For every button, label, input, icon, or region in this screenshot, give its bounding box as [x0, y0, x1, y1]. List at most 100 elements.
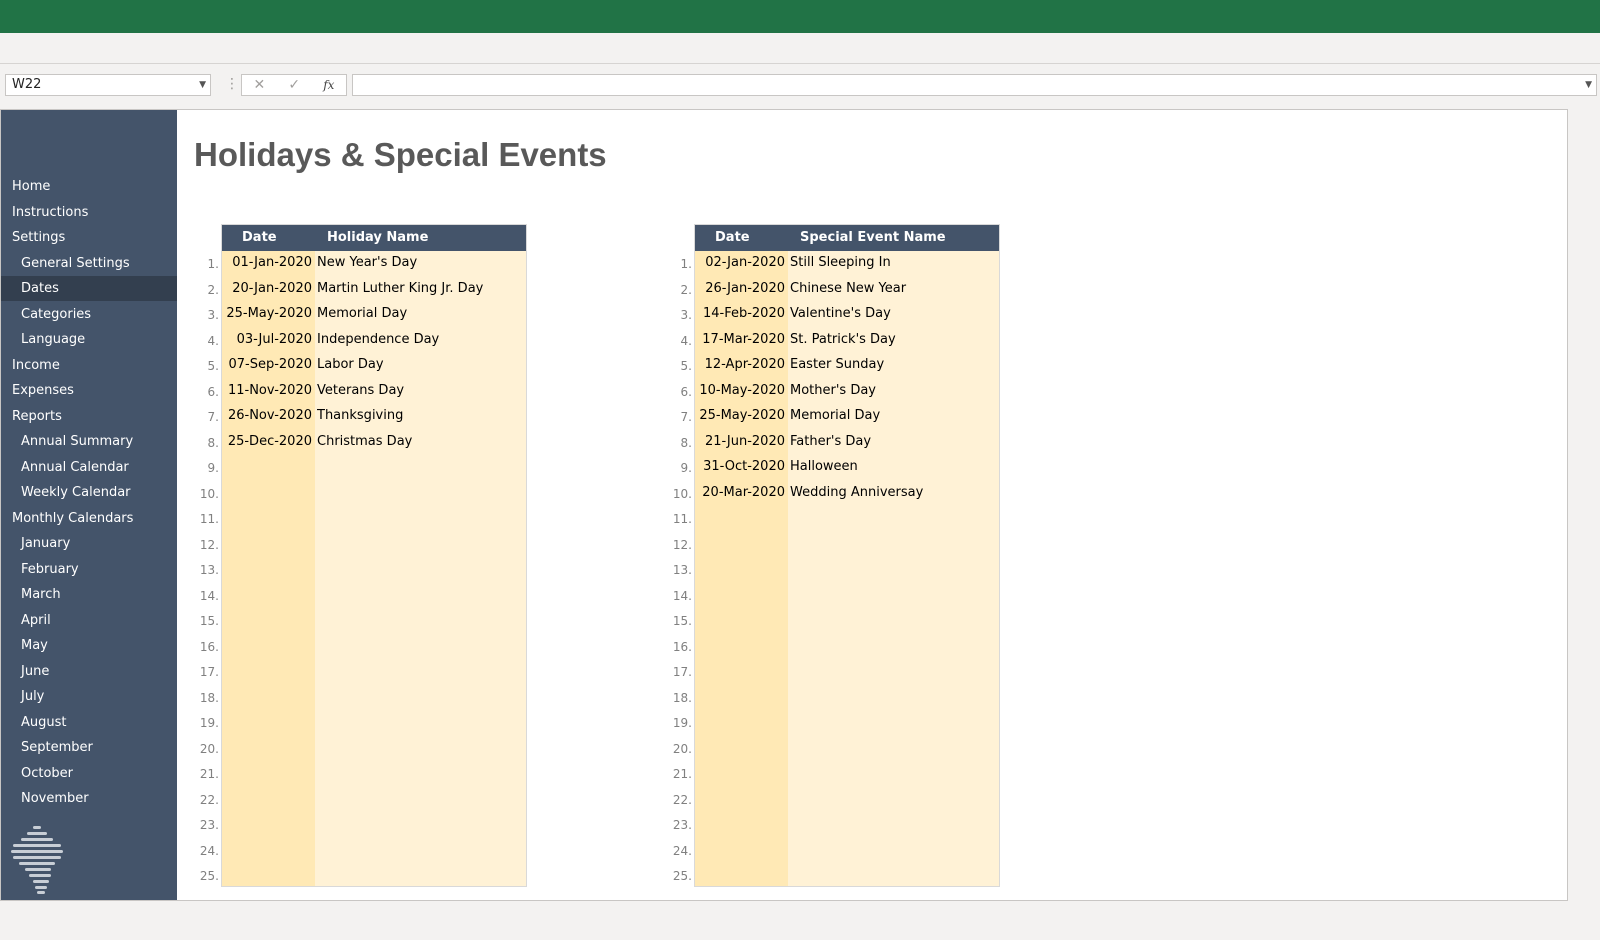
table-row: 17.	[669, 658, 1000, 684]
name-cell[interactable]: Christmas Day	[317, 429, 522, 455]
date-cell[interactable]: 07-Sep-2020	[221, 352, 312, 378]
name-box[interactable]: W22 ▼	[5, 74, 211, 96]
date-cell[interactable]: 26-Jan-2020	[694, 276, 785, 302]
sidebar-item-categories[interactable]: Categories	[1, 302, 177, 327]
name-cell[interactable]: Thanksgiving	[317, 403, 522, 429]
name-cell[interactable]: Still Sleeping In	[790, 250, 995, 276]
sidebar-item-settings[interactable]: Settings	[1, 225, 177, 250]
date-cell[interactable]: 14-Feb-2020	[694, 301, 785, 327]
sidebar-item-april[interactable]: April	[1, 608, 177, 633]
date-cell[interactable]: 31-Oct-2020	[694, 454, 785, 480]
sidebar-item-expenses[interactable]: Expenses	[1, 378, 177, 403]
sidebar-item-march[interactable]: March	[1, 582, 177, 607]
table-row: 15.	[196, 607, 527, 633]
row-number: 5.	[207, 359, 219, 373]
formula-input[interactable]: ▼	[352, 74, 1597, 96]
row-number: 18.	[672, 690, 692, 705]
row-number: 6.	[207, 384, 219, 399]
table-row: 20.	[669, 735, 1000, 761]
table-row: 21.	[196, 760, 527, 786]
sidebar-item-weekly-calendar[interactable]: Weekly Calendar	[1, 480, 177, 505]
sidebar-item-dates[interactable]: Dates	[1, 276, 177, 301]
sidebar-item-june[interactable]: June	[1, 659, 177, 684]
table-row: 24.	[669, 837, 1000, 863]
close-icon[interactable]: ✕	[254, 77, 266, 93]
sidebar-item-general-settings[interactable]: General Settings	[1, 251, 177, 276]
table-row: 23.	[669, 811, 1000, 837]
sidebar-item-annual-summary[interactable]: Annual Summary	[1, 429, 177, 454]
table-row: 25.	[669, 862, 1000, 888]
sidebar-item-language[interactable]: Language	[1, 327, 177, 352]
name-cell[interactable]: New Year's Day	[317, 250, 522, 276]
name-cell[interactable]: Mother's Day	[790, 378, 995, 404]
row-number: 17.	[672, 665, 692, 679]
date-cell[interactable]: 17-Mar-2020	[694, 327, 785, 353]
row-number: 1.	[680, 257, 692, 271]
row-number: 10.	[672, 486, 692, 501]
name-cell[interactable]: Father's Day	[790, 429, 995, 455]
row-number: 24.	[199, 843, 219, 858]
row-number: 8.	[680, 435, 692, 450]
date-cell[interactable]: 12-Apr-2020	[694, 352, 785, 378]
table-row: 1. 02-Jan-2020 Still Sleeping In	[669, 250, 1000, 276]
name-cell[interactable]: Wedding Anniversay	[790, 480, 995, 506]
row-number: 24.	[672, 843, 692, 858]
fx-icon[interactable]: fx	[323, 78, 334, 92]
more-options-icon[interactable]: ⋮	[225, 76, 239, 92]
date-cell[interactable]: 25-Dec-2020	[221, 429, 312, 455]
date-cell[interactable]: 20-Mar-2020	[694, 480, 785, 506]
name-cell[interactable]: Veterans Day	[317, 378, 522, 404]
name-cell[interactable]: Martin Luther King Jr. Day	[317, 276, 522, 302]
name-cell[interactable]: Easter Sunday	[790, 352, 995, 378]
sidebar-item-income[interactable]: Income	[1, 353, 177, 378]
date-cell[interactable]: 10-May-2020	[694, 378, 785, 404]
table-row: 16.	[669, 633, 1000, 659]
date-cell[interactable]: 26-Nov-2020	[221, 403, 312, 429]
sidebar-item-september[interactable]: September	[1, 735, 177, 760]
name-cell[interactable]: Chinese New Year	[790, 276, 995, 302]
date-cell[interactable]: 11-Nov-2020	[221, 378, 312, 404]
sidebar-item-monthly-calendars[interactable]: Monthly Calendars	[1, 506, 177, 531]
name-cell[interactable]: St. Patrick's Day	[790, 327, 995, 353]
table-row: 12.	[669, 531, 1000, 557]
name-cell[interactable]: Halloween	[790, 454, 995, 480]
sidebar-item-home[interactable]: Home	[1, 174, 177, 199]
row-number: 11.	[672, 512, 692, 526]
sidebar-item-november[interactable]: November	[1, 786, 177, 811]
table-row: 8. 21-Jun-2020 Father's Day	[669, 429, 1000, 455]
sidebar-item-january[interactable]: January	[1, 531, 177, 556]
row-number: 4.	[207, 333, 219, 348]
date-cell[interactable]: 25-May-2020	[694, 403, 785, 429]
table-row: 14.	[196, 582, 527, 608]
chevron-down-icon[interactable]: ▼	[1585, 75, 1592, 95]
sidebar-item-may[interactable]: May	[1, 633, 177, 658]
date-cell[interactable]: 01-Jan-2020	[221, 250, 312, 276]
check-icon[interactable]: ✓	[288, 77, 300, 93]
sidebar-item-reports[interactable]: Reports	[1, 404, 177, 429]
table-row: 3. 14-Feb-2020 Valentine's Day	[669, 301, 1000, 327]
formula-bar: W22 ▼ ⋮ ✕ ✓ fx ▼	[0, 64, 1600, 108]
date-cell[interactable]: 21-Jun-2020	[694, 429, 785, 455]
name-cell[interactable]: Independence Day	[317, 327, 522, 353]
date-cell[interactable]: 02-Jan-2020	[694, 250, 785, 276]
name-cell[interactable]: Memorial Day	[790, 403, 995, 429]
date-cell[interactable]: 20-Jan-2020	[221, 276, 312, 302]
sidebar-item-july[interactable]: July	[1, 684, 177, 709]
sidebar-item-october[interactable]: October	[1, 761, 177, 786]
table-row: 18.	[196, 684, 527, 710]
name-cell[interactable]: Memorial Day	[317, 301, 522, 327]
sidebar-item-august[interactable]: August	[1, 710, 177, 735]
name-cell[interactable]: Labor Day	[317, 352, 522, 378]
row-number: 4.	[680, 333, 692, 348]
date-cell[interactable]: 03-Jul-2020	[221, 327, 312, 353]
row-number: 3.	[680, 308, 692, 322]
name-cell[interactable]: Valentine's Day	[790, 301, 995, 327]
sidebar-item-annual-calendar[interactable]: Annual Calendar	[1, 455, 177, 480]
sidebar-item-february[interactable]: February	[1, 557, 177, 582]
table-row: 15.	[669, 607, 1000, 633]
chevron-down-icon[interactable]: ▼	[199, 75, 206, 95]
special-events-table-header: Date Special Event Name	[695, 225, 999, 251]
sidebar-item-instructions[interactable]: Instructions	[1, 200, 177, 225]
date-cell[interactable]: 25-May-2020	[221, 301, 312, 327]
column-header-date: Date	[715, 230, 750, 245]
